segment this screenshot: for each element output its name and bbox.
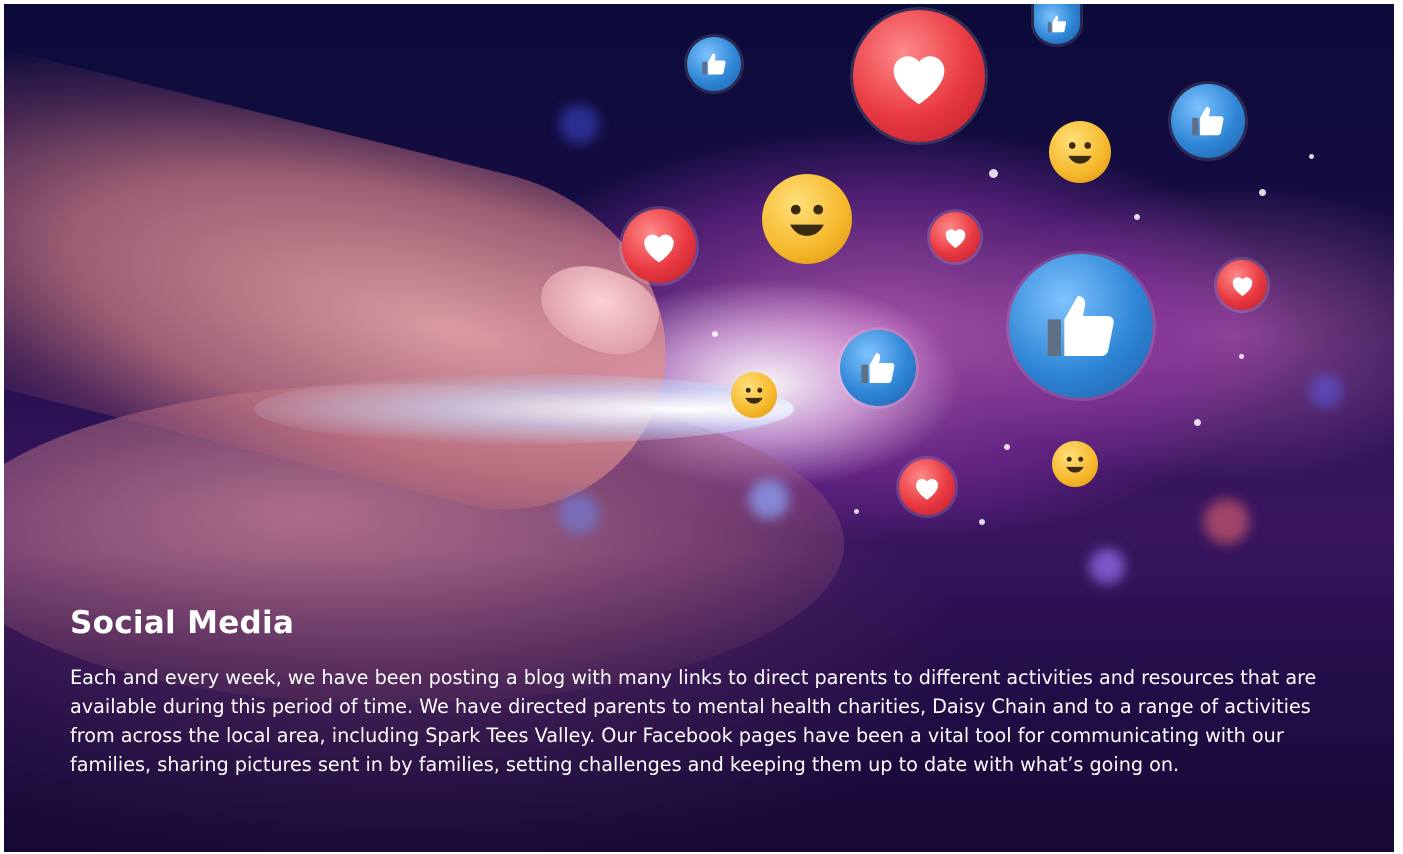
smiley-icon bbox=[1052, 441, 1098, 487]
sparkle bbox=[854, 509, 859, 514]
thumbs-up-icon bbox=[1009, 254, 1153, 398]
heart-icon bbox=[1217, 260, 1267, 310]
thumbs-up-icon bbox=[687, 37, 741, 91]
article-body: Each and every week, we have been postin… bbox=[70, 666, 1317, 776]
sparkle bbox=[1004, 444, 1010, 450]
smiley-icon bbox=[1049, 121, 1111, 183]
thumbs-up-icon bbox=[1034, 4, 1080, 44]
sparkle bbox=[1259, 189, 1266, 196]
bokeh-light bbox=[1204, 499, 1249, 544]
heart-icon bbox=[622, 209, 696, 283]
sparkle bbox=[989, 169, 998, 178]
bokeh-light bbox=[559, 494, 599, 534]
smiley-icon bbox=[731, 372, 777, 418]
heart-icon bbox=[899, 459, 955, 515]
heart-icon bbox=[930, 212, 980, 262]
sparkle bbox=[712, 331, 718, 337]
article-title: Social Media bbox=[70, 605, 295, 641]
sparkle bbox=[1194, 419, 1201, 426]
thumbs-up-icon bbox=[1171, 84, 1245, 158]
heart-icon bbox=[853, 10, 985, 142]
bokeh-light bbox=[1309, 374, 1343, 408]
sparkle bbox=[1309, 154, 1314, 159]
smiley-icon bbox=[762, 174, 852, 264]
thumbs-up-icon bbox=[840, 330, 916, 406]
article-text: Social Media Each and every week, we hav… bbox=[70, 605, 1360, 779]
sparkle bbox=[1134, 214, 1140, 220]
sparkle bbox=[979, 519, 985, 525]
bokeh-light bbox=[749, 479, 789, 519]
sparkle bbox=[1239, 354, 1244, 359]
screen-light-streak bbox=[254, 374, 794, 444]
bokeh-light bbox=[559, 104, 599, 144]
